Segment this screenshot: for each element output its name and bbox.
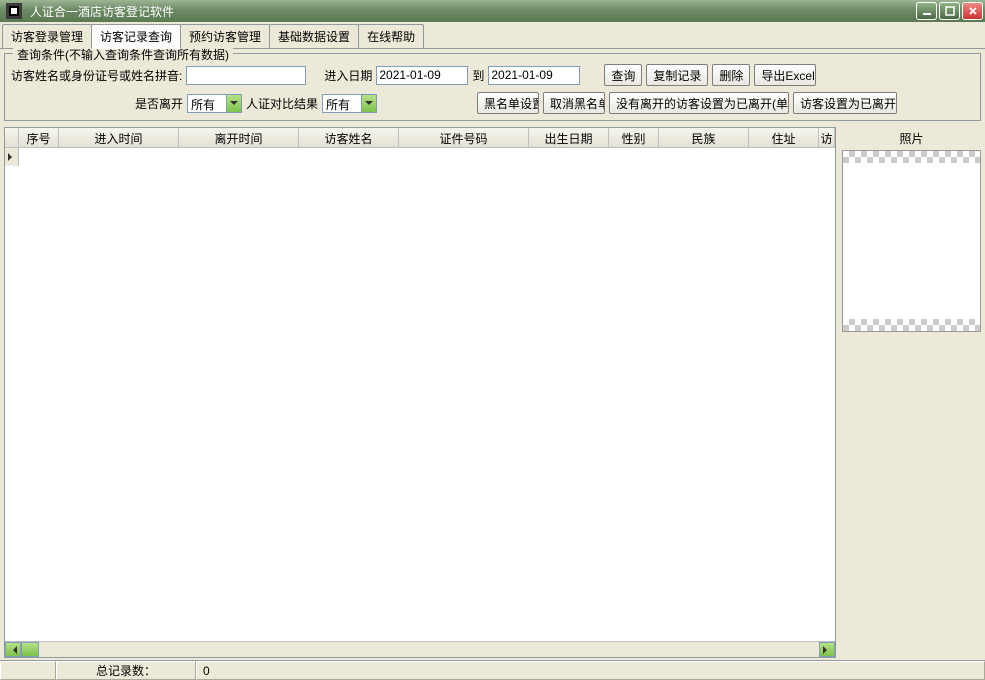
grid-gutter xyxy=(5,128,19,147)
date-to-input[interactable] xyxy=(488,66,580,85)
column-header[interactable]: 性别 xyxy=(609,128,659,147)
column-header[interactable]: 进入时间 xyxy=(59,128,179,147)
minimize-button[interactable] xyxy=(916,2,937,20)
current-row-marker xyxy=(5,148,19,166)
tab-visitor-records[interactable]: 访客记录查询 xyxy=(91,24,181,49)
scroll-track[interactable] xyxy=(21,642,819,657)
chevron-down-icon[interactable] xyxy=(226,95,241,112)
tab-base-data[interactable]: 基础数据设置 xyxy=(269,24,359,48)
compare-label: 人证对比结果 xyxy=(246,95,318,112)
total-records-value: 0 xyxy=(196,661,985,680)
copy-record-button[interactable]: 复制记录 xyxy=(646,64,708,86)
column-header[interactable]: 离开时间 xyxy=(179,128,299,147)
delete-button[interactable]: 删除 xyxy=(712,64,750,86)
title-bar: 人证合一酒店访客登记软件 xyxy=(0,0,985,22)
grid-body[interactable] xyxy=(5,148,835,641)
column-header[interactable]: 访 xyxy=(819,128,835,147)
query-conditions-fieldset: 查询条件(不输入查询条件查询所有数据) 访客姓名或身份证号或姓名拼音: 进入日期… xyxy=(4,53,981,121)
tab-help[interactable]: 在线帮助 xyxy=(358,24,424,48)
grid-header: 序号进入时间离开时间访客姓名证件号码出生日期性别民族住址访 xyxy=(5,128,835,148)
records-grid: 序号进入时间离开时间访客姓名证件号码出生日期性别民族住址访 xyxy=(4,127,836,658)
photo-panel: 照片 xyxy=(842,127,981,658)
name-label: 访客姓名或身份证号或姓名拼音: xyxy=(11,67,182,84)
column-header[interactable]: 证件号码 xyxy=(399,128,529,147)
checker-top xyxy=(843,151,980,163)
leave-combo-value: 所有 xyxy=(188,95,226,112)
date-from-input[interactable] xyxy=(376,66,468,85)
close-button[interactable] xyxy=(962,2,983,20)
column-header[interactable]: 住址 xyxy=(749,128,819,147)
leave-label: 是否离开 xyxy=(135,95,183,112)
leave-combo[interactable]: 所有 xyxy=(187,94,242,113)
compare-combo[interactable]: 所有 xyxy=(322,94,377,113)
chevron-down-icon[interactable] xyxy=(361,95,376,112)
name-input[interactable] xyxy=(186,66,306,85)
scroll-left-button[interactable] xyxy=(5,642,21,657)
tab-appointment[interactable]: 预约访客管理 xyxy=(180,24,270,48)
export-excel-button[interactable]: 导出Excel xyxy=(754,64,816,86)
status-cell-blank xyxy=(0,661,56,680)
column-header[interactable]: 序号 xyxy=(19,128,59,147)
tab-visitor-login[interactable]: 访客登录管理 xyxy=(2,24,92,48)
column-header[interactable]: 民族 xyxy=(659,128,749,147)
photo-label: 照片 xyxy=(842,127,981,150)
set-left-batch-button[interactable]: 访客设置为已离开(批量) xyxy=(793,92,897,114)
enter-date-label: 进入日期 xyxy=(324,67,372,84)
column-header[interactable]: 访客姓名 xyxy=(299,128,399,147)
status-bar: 总记录数： 0 xyxy=(0,660,985,680)
compare-combo-value: 所有 xyxy=(323,95,361,112)
blacklist-cancel-button[interactable]: 取消黑名单 xyxy=(543,92,605,114)
blacklist-set-button[interactable]: 黑名单设置 xyxy=(477,92,539,114)
tab-bar: 访客登录管理 访客记录查询 预约访客管理 基础数据设置 在线帮助 xyxy=(0,22,985,49)
horizontal-scrollbar[interactable] xyxy=(5,641,835,657)
maximize-button[interactable] xyxy=(939,2,960,20)
scroll-thumb[interactable] xyxy=(21,642,39,657)
search-button[interactable]: 查询 xyxy=(604,64,642,86)
app-icon xyxy=(6,3,22,19)
scroll-right-button[interactable] xyxy=(819,642,835,657)
set-left-single-button[interactable]: 没有离开的访客设置为已离开(单个) xyxy=(609,92,789,114)
photo-box xyxy=(842,150,981,332)
checker-bottom xyxy=(843,319,980,331)
total-records-label: 总记录数： xyxy=(56,661,196,680)
date-to-label: 到 xyxy=(472,67,484,84)
window-title: 人证合一酒店访客登记软件 xyxy=(26,3,916,20)
column-header[interactable]: 出生日期 xyxy=(529,128,609,147)
